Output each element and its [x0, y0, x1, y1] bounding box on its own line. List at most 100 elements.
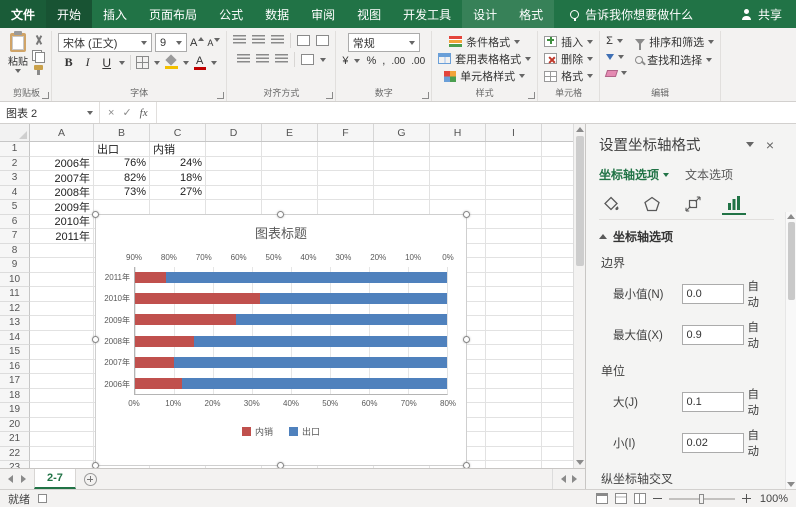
- bold-button[interactable]: B: [62, 55, 76, 70]
- enter-button[interactable]: ✓: [122, 106, 131, 119]
- chart-bar[interactable]: [135, 336, 447, 347]
- column-header[interactable]: G: [374, 124, 430, 141]
- cell-A16[interactable]: [30, 360, 94, 375]
- dialog-launcher-icon[interactable]: [326, 92, 333, 99]
- cell-I5[interactable]: [486, 200, 542, 215]
- scroll-up-icon[interactable]: [787, 214, 795, 219]
- row-header[interactable]: 12: [0, 302, 30, 317]
- vertical-scrollbar[interactable]: [573, 124, 585, 468]
- grow-font-button[interactable]: A: [190, 37, 204, 49]
- row-header[interactable]: 14: [0, 331, 30, 346]
- cell-A17[interactable]: [30, 374, 94, 389]
- chevron-down-icon[interactable]: [183, 61, 189, 65]
- cell-B2[interactable]: 76%: [94, 157, 150, 172]
- align-left-icon[interactable]: [237, 54, 250, 65]
- cell-H2[interactable]: [430, 157, 486, 172]
- column-header[interactable]: I: [486, 124, 542, 141]
- cell-A5[interactable]: 2009年: [30, 200, 94, 215]
- wrap-text-icon[interactable]: [316, 35, 329, 46]
- row-header[interactable]: 10: [0, 273, 30, 288]
- row-header[interactable]: 5: [0, 200, 30, 215]
- italic-button[interactable]: I: [81, 55, 95, 70]
- ribbon-tab[interactable]: 审阅: [300, 0, 346, 28]
- cell-B3[interactable]: 82%: [94, 171, 150, 186]
- cell-I13[interactable]: [486, 316, 542, 331]
- chevron-down-icon[interactable]: [154, 61, 160, 65]
- sheet-nav-left-icon[interactable]: [8, 475, 13, 483]
- cell-A12[interactable]: [30, 302, 94, 317]
- cell-A20[interactable]: [30, 418, 94, 433]
- scrollbar-thumb[interactable]: [788, 222, 795, 300]
- cell-F1[interactable]: [318, 142, 374, 157]
- cell-A9[interactable]: [30, 258, 94, 273]
- format-painter-icon[interactable]: [32, 65, 45, 76]
- row-header[interactable]: 16: [0, 360, 30, 375]
- increase-decimal-icon[interactable]: .00: [391, 56, 405, 67]
- ribbon-tab[interactable]: 插入: [92, 0, 138, 28]
- shrink-font-button[interactable]: A: [207, 38, 220, 48]
- font-name-select[interactable]: 宋体 (正文): [58, 33, 152, 52]
- row-header[interactable]: 8: [0, 244, 30, 259]
- cell-F5[interactable]: [318, 200, 374, 215]
- cell-I22[interactable]: [486, 447, 542, 462]
- cell-H4[interactable]: [430, 186, 486, 201]
- chart-selection-handle[interactable]: [277, 462, 284, 468]
- cell-C5[interactable]: [150, 200, 206, 215]
- bar-segment[interactable]: [135, 336, 194, 347]
- cell-I21[interactable]: [486, 432, 542, 447]
- scrollbar-thumb[interactable]: [576, 136, 584, 266]
- bar-segment[interactable]: [174, 357, 447, 368]
- cell-A22[interactable]: [30, 447, 94, 462]
- bar-segment[interactable]: [166, 272, 447, 283]
- row-header[interactable]: 22: [0, 447, 30, 462]
- cell-I7[interactable]: [486, 229, 542, 244]
- ribbon-tab[interactable]: 公式: [208, 0, 254, 28]
- align-center-icon[interactable]: [256, 54, 269, 65]
- cell-A21[interactable]: [30, 432, 94, 447]
- bar-segment[interactable]: [182, 378, 447, 389]
- cell-C2[interactable]: 24%: [150, 157, 206, 172]
- row-header[interactable]: 19: [0, 403, 30, 418]
- row-header[interactable]: 2: [0, 157, 30, 172]
- field-input[interactable]: [682, 392, 744, 412]
- delete-cells-button[interactable]: 删除: [544, 50, 593, 67]
- chart-legend[interactable]: 内销出口: [96, 425, 466, 438]
- cell-F4[interactable]: [318, 186, 374, 201]
- row-header[interactable]: 18: [0, 389, 30, 404]
- dialog-launcher-icon[interactable]: [217, 92, 224, 99]
- bar-segment[interactable]: [236, 314, 447, 325]
- chart-axis-bottom[interactable]: 0%10%20%30%40%50%60%70%80%: [134, 399, 448, 409]
- legend-item[interactable]: 内销: [242, 425, 273, 438]
- underline-button[interactable]: U: [100, 56, 114, 70]
- dialog-launcher-icon[interactable]: [528, 92, 535, 99]
- cell-I10[interactable]: [486, 273, 542, 288]
- chart-title[interactable]: 图表标题: [96, 223, 466, 242]
- ribbon-tab[interactable]: 视图: [346, 0, 392, 28]
- format-as-table-button[interactable]: 套用表格格式: [438, 50, 531, 67]
- ribbon-tab[interactable]: 设计: [462, 0, 508, 28]
- align-middle-icon[interactable]: [252, 35, 265, 46]
- cell-A8[interactable]: [30, 244, 94, 259]
- column-header[interactable]: F: [318, 124, 374, 141]
- column-header[interactable]: A: [30, 124, 94, 141]
- bar-segment[interactable]: [260, 293, 447, 304]
- cell-D1[interactable]: [206, 142, 262, 157]
- row-header[interactable]: 4: [0, 186, 30, 201]
- row-header[interactable]: 23: [0, 461, 30, 468]
- cell-I11[interactable]: [486, 287, 542, 302]
- cell-I20[interactable]: [486, 418, 542, 433]
- bar-segment[interactable]: [135, 293, 260, 304]
- cell-E4[interactable]: [262, 186, 318, 201]
- cut-icon[interactable]: [32, 35, 45, 46]
- find-select-button[interactable]: 查找和选择: [635, 51, 714, 69]
- cell-G2[interactable]: [374, 157, 430, 172]
- cell-I3[interactable]: [486, 171, 542, 186]
- chart-selection-handle[interactable]: [463, 336, 470, 343]
- cell-B1[interactable]: 出口: [94, 142, 150, 157]
- chevron-down-icon[interactable]: [320, 58, 326, 62]
- row-header[interactable]: 3: [0, 171, 30, 186]
- zoom-slider[interactable]: [669, 498, 735, 500]
- cell-A4[interactable]: 2008年: [30, 186, 94, 201]
- cell-I15[interactable]: [486, 345, 542, 360]
- borders-icon[interactable]: [136, 56, 149, 69]
